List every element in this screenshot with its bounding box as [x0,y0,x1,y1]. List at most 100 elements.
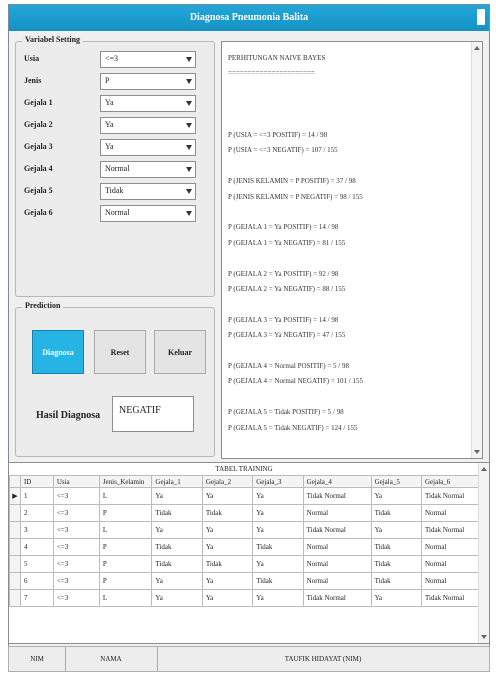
scroll-down-icon[interactable] [474,450,480,454]
scroll-up-icon[interactable] [481,467,487,471]
table-cell[interactable]: 5 [19,555,54,573]
table-cell[interactable]: Normal [420,538,480,556]
table-cell[interactable]: 3 [19,521,54,539]
table-cell[interactable]: Tidak Normal [302,487,372,505]
reset-button[interactable]: Reset [94,330,146,374]
table-cell[interactable]: Normal [420,504,480,522]
table-cell[interactable]: Ya [201,521,254,539]
table-cell[interactable]: <=3 [52,589,100,607]
table-cell[interactable]: Ya [201,487,254,505]
table-cell[interactable]: Ya [201,572,254,590]
table-cell[interactable]: Ya [252,555,304,573]
table-cell[interactable]: Ya [151,572,203,590]
column-header[interactable]: Gejala_5 [370,475,422,488]
table-cell[interactable]: Tidak Normal [420,589,480,607]
table-cell[interactable]: Ya [201,589,254,607]
training-table[interactable]: ID Usia Jenis_Kelamin Gejala_1 Gejala_2 Gejal… [9,475,480,607]
table-cell[interactable]: Normal [302,538,372,556]
table-row[interactable]: 2 <=3 P Tidak Tidak Ya Normal Tidak Normal [9,504,480,522]
table-cell[interactable]: <=3 [52,572,100,590]
table-cell[interactable]: 2 [19,504,54,522]
table-row[interactable]: ▶ 1 <=3 L Ya Ya Ya Tidak Normal Ya Tidak Normal [9,487,480,505]
table-cell[interactable]: <=3 [52,487,100,505]
table-cell[interactable]: <=3 [52,504,100,522]
column-header[interactable]: Gejala_3 [252,475,304,488]
table-cell[interactable]: Tidak Normal [302,521,372,539]
gejala-6-select[interactable]: Normal [100,205,196,222]
table-cell[interactable]: Tidak [201,555,254,573]
jenis-select[interactable]: P [100,73,196,90]
row-selector[interactable] [9,572,21,590]
table-cell[interactable]: L [98,589,153,607]
table-cell[interactable]: Normal [302,504,372,522]
table-cell[interactable]: Ya [151,521,203,539]
diagnosa-button[interactable]: Diagnosa [32,330,84,374]
table-cell[interactable]: 1 [19,487,54,505]
table-cell[interactable]: Normal [302,555,372,573]
table-cell[interactable]: Ya [151,589,203,607]
column-header[interactable]: Usia [52,475,100,488]
scroll-down-icon[interactable] [481,635,487,639]
table-cell[interactable]: Tidak [370,572,422,590]
table-cell[interactable]: Ya [370,487,422,505]
table-cell[interactable]: Ya [151,487,203,505]
table-cell[interactable]: Tidak [252,538,304,556]
table-cell[interactable]: 6 [19,572,54,590]
table-cell[interactable]: Ya [201,538,254,556]
table-cell[interactable]: 7 [19,589,54,607]
table-cell[interactable]: Tidak Normal [302,589,372,607]
table-cell[interactable]: Tidak [151,538,203,556]
table-scrollbar[interactable] [478,463,489,643]
keluar-button[interactable]: Keluar [154,330,206,374]
table-cell[interactable]: Tidak [151,555,203,573]
table-cell[interactable]: Tidak [370,504,422,522]
current-row-arrow-icon[interactable]: ▶ [9,487,21,505]
row-selector[interactable] [9,504,21,522]
table-cell[interactable]: L [98,521,153,539]
table-row[interactable]: 3 <=3 L Ya Ya Ya Tidak Normal Ya Tidak Normal [9,521,480,539]
table-cell[interactable]: Tidak [151,504,203,522]
table-cell[interactable]: Tidak [370,538,422,556]
scroll-up-icon[interactable] [474,46,480,50]
table-cell[interactable]: Normal [302,572,372,590]
table-cell[interactable]: Tidak [201,504,254,522]
table-cell[interactable]: Ya [252,589,304,607]
column-header[interactable]: Gejala_1 [151,475,203,488]
table-cell[interactable]: Ya [252,487,304,505]
table-row[interactable]: 5 <=3 P Tidak Tidak Ya Normal Tidak Normal [9,555,480,573]
table-cell[interactable]: Normal [420,572,480,590]
row-selector[interactable] [9,521,21,539]
table-cell[interactable]: P [98,538,153,556]
table-cell[interactable]: <=3 [52,538,100,556]
perhitungan-output[interactable]: PERHITUNGAN NAIVE BAYES =================… [221,41,483,459]
table-cell[interactable]: Ya [370,521,422,539]
gejala-4-select[interactable]: Normal [100,161,196,178]
table-row[interactable]: 7 <=3 L Ya Ya Ya Tidak Normal Ya Tidak Normal [9,589,480,607]
table-cell[interactable]: P [98,555,153,573]
table-cell[interactable]: Ya [370,589,422,607]
table-cell[interactable]: Tidak [370,555,422,573]
output-scrollbar[interactable] [471,42,482,458]
table-cell[interactable]: Ya [252,504,304,522]
table-cell[interactable]: P [98,504,153,522]
row-selector[interactable] [9,538,21,556]
column-header[interactable]: Gejala_6 [420,475,480,488]
gejala-2-select[interactable]: Ya [100,117,196,134]
gejala-1-select[interactable]: Ya [100,95,196,112]
table-cell[interactable]: <=3 [52,555,100,573]
column-header[interactable]: ID [19,475,54,488]
column-header[interactable]: Jenis_Kelamin [98,475,153,488]
table-cell[interactable]: Tidak Normal [420,487,480,505]
table-row[interactable]: 4 <=3 P Tidak Ya Tidak Normal Tidak Normal [9,538,480,556]
row-selector[interactable] [9,555,21,573]
table-cell[interactable]: <=3 [52,521,100,539]
table-cell[interactable]: Normal [420,555,480,573]
row-selector[interactable] [9,589,21,607]
table-cell[interactable]: 4 [19,538,54,556]
hasil-diagnosa-field[interactable]: NEGATIF [112,396,194,432]
table-cell[interactable]: L [98,487,153,505]
table-cell[interactable]: Ya [252,521,304,539]
table-cell[interactable]: Tidak Normal [420,521,480,539]
table-row[interactable]: 6 <=3 P Ya Ya Tidak Normal Tidak Normal [9,572,480,590]
table-cell[interactable]: Tidak [252,572,304,590]
